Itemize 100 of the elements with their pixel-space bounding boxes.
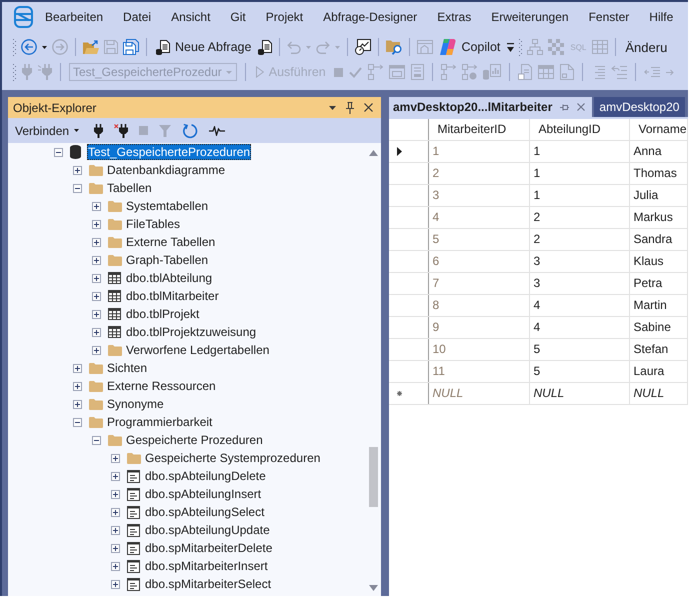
stop-icon[interactable]	[139, 126, 148, 135]
tree-item[interactable]: dbo.tblProjektzuweisung	[125, 324, 258, 340]
logo-icon[interactable]	[14, 6, 33, 28]
dropdown-icon[interactable]	[329, 106, 336, 110]
menu-item[interactable]: Ansicht	[161, 7, 220, 27]
toolbar-button[interactable]: Änderu	[623, 38, 670, 56]
row-selector[interactable]	[389, 140, 428, 162]
check-icon[interactable]	[348, 66, 362, 78]
filter-icon[interactable]	[159, 124, 172, 136]
tree-item[interactable]: dbo.tblProjekt	[125, 306, 200, 322]
close-icon[interactable]	[364, 103, 373, 112]
pin-icon[interactable]	[346, 102, 354, 114]
folder-search-icon[interactable]	[386, 39, 402, 55]
expand-icon[interactable]	[92, 346, 101, 354]
save-icon[interactable]	[104, 40, 118, 54]
menu-item[interactable]: Fenster	[578, 7, 640, 27]
expand-icon[interactable]	[92, 220, 101, 228]
connector-icon[interactable]	[462, 64, 477, 80]
activity-icon[interactable]	[209, 126, 226, 136]
connect-button[interactable]: Verbinden	[13, 122, 82, 140]
save-all-icon[interactable]	[123, 39, 139, 55]
table-icon[interactable]	[538, 65, 554, 79]
expand-icon[interactable]	[92, 256, 101, 264]
copilot-button[interactable]: Copilot	[438, 37, 502, 57]
collapse-icon[interactable]	[92, 436, 101, 444]
expand-icon[interactable]	[111, 472, 120, 480]
tree-item[interactable]: Tabellen	[106, 180, 153, 196]
disconnect-icon[interactable]	[114, 124, 128, 138]
tree-item[interactable]: Sichten	[106, 360, 148, 376]
menu-item[interactable]: Datei	[113, 7, 162, 27]
document-tab[interactable]: amvDesktop20	[594, 97, 686, 117]
diagram-icon[interactable]	[527, 39, 544, 55]
tree-item[interactable]: Graph-Tabellen	[125, 252, 210, 268]
expand-icon[interactable]	[111, 580, 120, 588]
tree-item[interactable]: dbo.tblMitarbeiter	[125, 288, 220, 304]
scroll-thumb[interactable]	[369, 447, 378, 507]
document-icon[interactable]	[518, 64, 532, 80]
caret-icon[interactable]	[42, 46, 47, 48]
stop-icon[interactable]	[334, 68, 343, 76]
refresh-icon[interactable]	[182, 122, 198, 138]
expand-icon[interactable]	[111, 562, 120, 570]
column-header[interactable]: MitarbeiterID	[428, 119, 529, 140]
menu-item[interactable]: Bearbeiten	[35, 7, 114, 27]
tree-item[interactable]: FileTables	[125, 216, 182, 232]
expand-icon[interactable]	[73, 382, 82, 390]
expand-icon[interactable]	[92, 328, 101, 336]
connector-icon[interactable]	[368, 64, 383, 80]
tree-item[interactable]: Gespeicherte Systemprozeduren	[144, 450, 322, 466]
back-icon[interactable]	[21, 39, 37, 55]
document-tab[interactable]: amvDesktop20...lMitarbeiter	[389, 97, 592, 117]
expand-icon[interactable]	[111, 508, 120, 516]
expand-icon[interactable]	[92, 202, 101, 210]
column-header[interactable]: Vorname	[629, 119, 688, 140]
collapse-icon[interactable]	[54, 148, 63, 156]
undo-icon[interactable]	[287, 40, 302, 54]
tree-item[interactable]: Synonyme	[106, 396, 165, 412]
menu-item[interactable]: Extras	[427, 7, 482, 27]
close-icon[interactable]	[577, 103, 586, 111]
menu-item[interactable]: Hilfe	[639, 7, 684, 27]
expand-icon[interactable]	[73, 166, 82, 174]
expand-icon[interactable]	[111, 454, 120, 462]
expand-icon[interactable]	[111, 544, 120, 552]
tree-item[interactable]: Externe Ressourcen	[106, 378, 217, 394]
open-folder-icon[interactable]	[83, 40, 99, 54]
outdent-icon[interactable]	[644, 66, 660, 78]
expand-icon[interactable]	[111, 526, 120, 534]
tree-item[interactable]: dbo.spMitarbeiterDelete	[144, 540, 274, 556]
expand-icon[interactable]	[73, 400, 82, 408]
menu-item[interactable]: Abfrage-Designer	[313, 7, 428, 27]
expand-icon[interactable]	[92, 238, 101, 246]
collapse-icon[interactable]	[73, 184, 82, 192]
connector-icon[interactable]	[440, 64, 456, 80]
expand-icon[interactable]	[92, 310, 101, 318]
tree-item[interactable]: Datenbankdiagramme	[106, 162, 226, 178]
tree-item[interactable]: dbo.spAbteilungDelete	[144, 468, 267, 484]
window-icon[interactable]	[417, 40, 434, 54]
expand-icon[interactable]	[73, 364, 82, 372]
arrow-lines-icon[interactable]	[610, 65, 627, 79]
menu-item[interactable]: Git	[220, 7, 256, 27]
checker-icon[interactable]	[548, 39, 564, 55]
scroll-down-icon[interactable]	[369, 585, 378, 591]
tree-item[interactable]: Gespeicherte Prozeduren	[125, 432, 264, 448]
tree-item[interactable]: dbo.spMitarbeiterInsert	[144, 558, 269, 574]
tree-item[interactable]: dbo.spAbteilungSelect	[144, 504, 266, 520]
forward-icon[interactable]	[52, 39, 68, 55]
tree-item[interactable]: dbo.spMitarbeiterSelect	[144, 576, 272, 592]
monitor-icon[interactable]	[355, 39, 372, 55]
chart-icon[interactable]	[482, 64, 501, 80]
pin-icon[interactable]	[560, 104, 570, 110]
grid-icon[interactable]	[592, 40, 608, 54]
overflow-icon[interactable]	[507, 42, 514, 52]
document-icon[interactable]	[560, 64, 574, 80]
expand-icon[interactable]	[92, 292, 101, 300]
menu-item[interactable]: Erweiterungen	[481, 7, 579, 27]
window-icon[interactable]	[388, 65, 405, 79]
form-icon[interactable]	[410, 64, 424, 80]
menu-item[interactable]: Projekt	[256, 7, 314, 27]
tree-item[interactable]: Test_GespeicherteProzeduren	[87, 144, 252, 160]
expand-icon[interactable]	[92, 274, 101, 282]
expand-icon[interactable]	[111, 490, 120, 498]
